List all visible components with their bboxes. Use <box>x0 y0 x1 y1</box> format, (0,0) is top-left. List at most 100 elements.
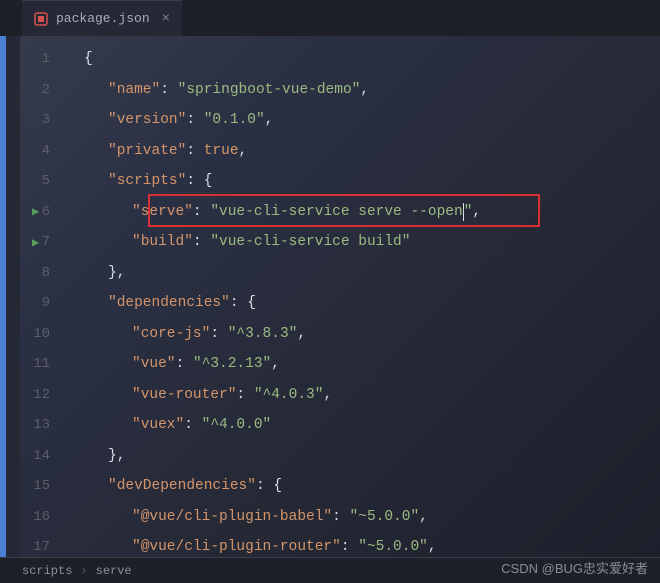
token-string: "^4.0.3" <box>254 387 324 403</box>
token-string: "^4.0.0" <box>202 417 272 433</box>
token-key: "serve" <box>132 204 193 220</box>
line-number: 9 <box>6 288 60 319</box>
token-brace: { <box>204 173 213 189</box>
line-number: 8 <box>6 258 60 289</box>
chevron-right-icon: › <box>80 564 87 578</box>
token-brace: } <box>108 265 117 281</box>
token-key: "vue" <box>132 356 176 372</box>
gutter: 123456▶7▶891011121314151617 <box>6 36 60 557</box>
line-number: 2 <box>6 75 60 106</box>
token-comma: : <box>236 387 253 403</box>
line-number: 16 <box>6 502 60 533</box>
token-comma: : <box>176 356 193 372</box>
breadcrumb-item[interactable]: serve <box>96 564 132 578</box>
token-string: "vue-cli-service build" <box>210 234 410 250</box>
token-key: "dependencies" <box>108 295 230 311</box>
line-number: 3 <box>6 105 60 136</box>
token-comma: : <box>230 295 247 311</box>
token-keyword: true <box>204 143 239 159</box>
line-number: 5 <box>6 166 60 197</box>
token-comma: , <box>472 204 481 220</box>
token-key: "version" <box>108 112 186 128</box>
code-line[interactable]: }, <box>60 441 660 472</box>
json-file-icon <box>34 12 48 26</box>
token-comma: , <box>271 356 280 372</box>
line-number: 12 <box>6 380 60 411</box>
token-comma: , <box>117 265 126 281</box>
token-comma: : <box>341 539 358 555</box>
token-key: "build" <box>132 234 193 250</box>
code-line[interactable]: { <box>60 44 660 75</box>
token-comma: : <box>184 417 201 433</box>
token-key: "@vue/cli-plugin-babel" <box>132 509 332 525</box>
code-line[interactable]: "version": "0.1.0", <box>60 105 660 136</box>
line-number: 14 <box>6 441 60 472</box>
token-key: "@vue/cli-plugin-router" <box>132 539 341 555</box>
code-line[interactable]: "vuex": "^4.0.0" <box>60 410 660 441</box>
token-comma: , <box>360 82 369 98</box>
code-line[interactable]: "vue": "^3.2.13", <box>60 349 660 380</box>
token-comma: : <box>186 112 203 128</box>
code-area[interactable]: {"name": "springboot-vue-demo","version"… <box>60 36 660 557</box>
token-string: "0.1.0" <box>204 112 265 128</box>
line-number: 11 <box>6 349 60 380</box>
token-comma: : <box>193 234 210 250</box>
code-line[interactable]: "build": "vue-cli-service build" <box>60 227 660 258</box>
token-key: "core-js" <box>132 326 210 342</box>
token-comma: : <box>186 173 203 189</box>
token-comma: : <box>210 326 227 342</box>
code-line[interactable]: "private": true, <box>60 136 660 167</box>
line-number: 4 <box>6 136 60 167</box>
token-key: "private" <box>108 143 186 159</box>
token-comma: , <box>265 112 274 128</box>
token-key: "vuex" <box>132 417 184 433</box>
line-number: 13 <box>6 410 60 441</box>
token-string: "^3.8.3" <box>228 326 298 342</box>
token-comma: , <box>323 387 332 403</box>
token-string: "~5.0.0" <box>358 539 428 555</box>
line-number: 15 <box>6 471 60 502</box>
code-line[interactable]: "scripts": { <box>60 166 660 197</box>
token-string: "springboot-vue-demo" <box>178 82 361 98</box>
token-comma: , <box>419 509 428 525</box>
token-comma: , <box>239 143 248 159</box>
token-brace: { <box>84 51 93 67</box>
token-comma: , <box>428 539 437 555</box>
watermark: CSDN @BUG忠实爱好者 <box>501 558 648 577</box>
token-comma: : <box>160 82 177 98</box>
token-key: "scripts" <box>108 173 186 189</box>
line-number: 10 <box>6 319 60 350</box>
code-line[interactable]: "devDependencies": { <box>60 471 660 502</box>
code-line[interactable]: "serve": "vue-cli-service serve --open", <box>60 197 660 228</box>
token-brace: { <box>273 478 282 494</box>
token-key: "vue-router" <box>132 387 236 403</box>
code-line[interactable]: "dependencies": { <box>60 288 660 319</box>
line-number: 7▶ <box>6 227 60 258</box>
token-string: " <box>464 204 473 220</box>
token-comma: : <box>332 509 349 525</box>
token-string: "~5.0.0" <box>350 509 420 525</box>
code-line[interactable]: "vue-router": "^4.0.3", <box>60 380 660 411</box>
line-number: 1 <box>6 44 60 75</box>
close-icon[interactable]: × <box>162 11 170 27</box>
file-tab[interactable]: package.json × <box>22 0 182 36</box>
code-line[interactable]: "core-js": "^3.8.3", <box>60 319 660 350</box>
editor-area: 123456▶7▶891011121314151617 {"name": "sp… <box>0 36 660 557</box>
token-string: "vue-cli-service serve --open <box>210 204 462 220</box>
line-number: 6▶ <box>6 197 60 228</box>
breadcrumb-item[interactable]: scripts <box>22 564 72 578</box>
run-icon[interactable]: ▶ <box>32 235 39 250</box>
code-line[interactable]: "name": "springboot-vue-demo", <box>60 75 660 106</box>
token-comma: : <box>256 478 273 494</box>
token-key: "devDependencies" <box>108 478 256 494</box>
token-string: "^3.2.13" <box>193 356 271 372</box>
code-line[interactable]: }, <box>60 258 660 289</box>
token-brace: { <box>247 295 256 311</box>
token-key: "name" <box>108 82 160 98</box>
run-icon[interactable]: ▶ <box>32 204 39 219</box>
token-comma: : <box>193 204 210 220</box>
tab-bar: package.json × <box>0 0 660 36</box>
token-comma: , <box>117 448 126 464</box>
tab-filename: package.json <box>56 11 150 26</box>
code-line[interactable]: "@vue/cli-plugin-babel": "~5.0.0", <box>60 502 660 533</box>
